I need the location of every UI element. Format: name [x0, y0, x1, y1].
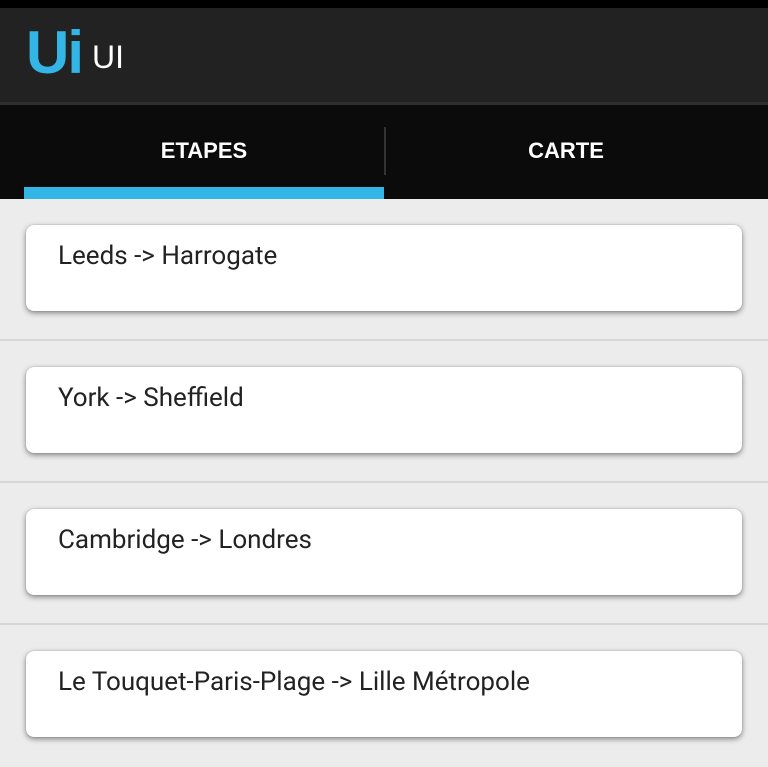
- stage-label: Leeds -> Harrogate: [58, 241, 278, 271]
- tab-carte[interactable]: CARTE: [386, 105, 746, 199]
- list-item: Leeds -> Harrogate: [0, 199, 768, 341]
- tab-bar: ETAPES CARTE: [0, 105, 768, 199]
- tab-etapes[interactable]: ETAPES: [24, 105, 384, 199]
- stage-label: Cambridge -> Londres: [58, 525, 312, 555]
- stage-card-2[interactable]: York -> Sheffield: [26, 367, 742, 453]
- stage-card-4[interactable]: Le Touquet-Paris-Plage -> Lille Métropol…: [26, 651, 742, 737]
- list-item: York -> Sheffield: [0, 341, 768, 483]
- list-item: Le Touquet-Paris-Plage -> Lille Métropol…: [0, 625, 768, 767]
- list-item: Cambridge -> Londres: [0, 483, 768, 625]
- app-title: UI: [92, 38, 124, 75]
- stage-card-3[interactable]: Cambridge -> Londres: [26, 509, 742, 595]
- tab-selected-indicator: [24, 187, 384, 199]
- stage-list[interactable]: Leeds -> Harrogate York -> Sheffield Cam…: [0, 199, 768, 757]
- action-bar: Ui UI: [0, 8, 768, 102]
- stage-card-1[interactable]: Leeds -> Harrogate: [26, 225, 742, 311]
- app-logo-icon: Ui: [26, 19, 84, 86]
- status-strip: [0, 0, 768, 8]
- tab-carte-label: CARTE: [528, 138, 604, 163]
- tab-etapes-label: ETAPES: [160, 138, 248, 163]
- stage-label: York -> Sheffield: [58, 383, 244, 413]
- stage-label: Le Touquet-Paris-Plage -> Lille Métropol…: [58, 667, 530, 697]
